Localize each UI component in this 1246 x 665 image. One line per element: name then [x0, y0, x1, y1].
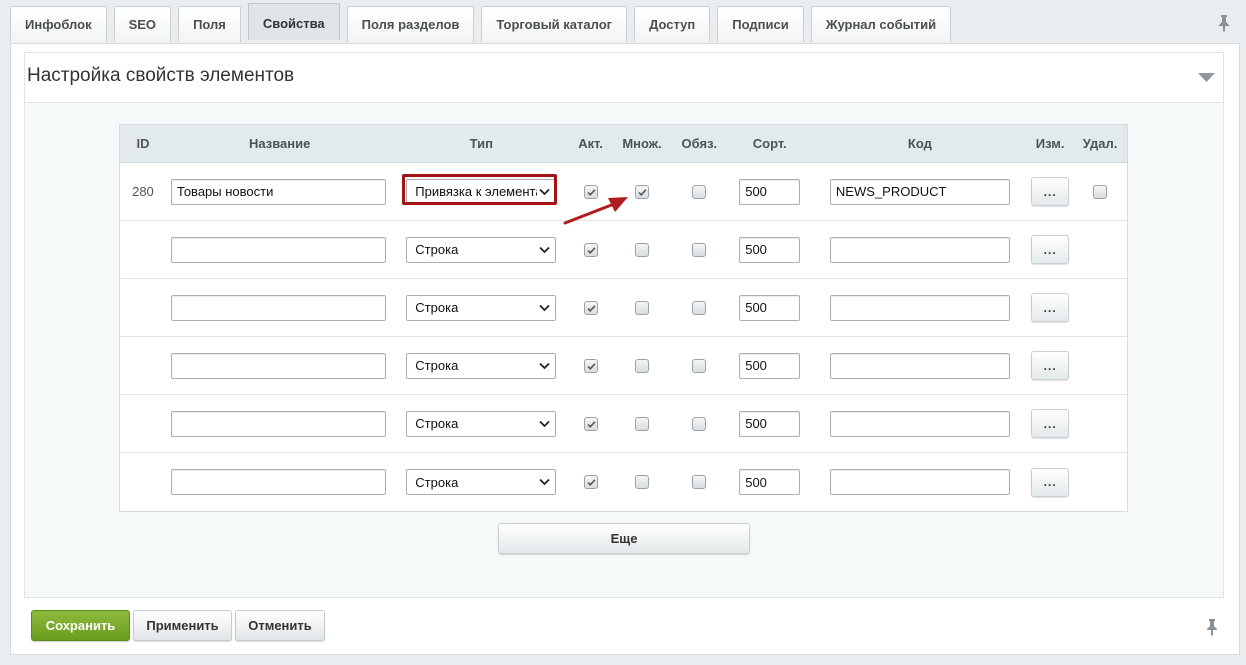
- property-type-value: Привязка к элементам: [415, 184, 537, 199]
- tab-2[interactable]: Поля: [178, 6, 241, 42]
- tab-6[interactable]: Доступ: [634, 6, 711, 42]
- properties-section: Настройка свойств элементов ID Название …: [24, 52, 1224, 598]
- property-type-value: Строка: [415, 242, 459, 257]
- header-active: Акт.: [578, 136, 603, 151]
- active-checkbox[interactable]: [583, 416, 598, 431]
- header-edit: Изм.: [1035, 136, 1065, 151]
- header-id: ID: [136, 136, 150, 151]
- active-checkbox[interactable]: [583, 300, 598, 315]
- required-checkbox[interactable]: [692, 184, 707, 199]
- pin-icon[interactable]: [1217, 14, 1231, 32]
- required-checkbox[interactable]: [692, 300, 707, 315]
- property-type-select[interactable]: Строка: [406, 410, 557, 437]
- save-button[interactable]: Сохранить: [31, 610, 130, 641]
- code-input[interactable]: [829, 294, 1010, 321]
- active-checkbox[interactable]: [583, 475, 598, 489]
- edit-property-button[interactable]: ...: [1031, 351, 1070, 380]
- required-checkbox[interactable]: [692, 416, 707, 431]
- header-multiple: Множ.: [622, 136, 662, 151]
- sort-input[interactable]: [739, 236, 801, 263]
- edit-property-button[interactable]: ...: [1031, 409, 1070, 438]
- code-input[interactable]: [829, 410, 1010, 437]
- section-title: Настройка свойств элементов: [27, 65, 295, 86]
- property-name-input[interactable]: [170, 469, 386, 495]
- main-panel: Настройка свойств элементов ID Название …: [10, 43, 1240, 655]
- multiple-checkbox[interactable]: [634, 358, 649, 373]
- multiple-checkbox[interactable]: [634, 300, 649, 315]
- header-name: Название: [248, 136, 311, 151]
- table-row: 280 Привязка к элементам...: [120, 163, 1127, 221]
- sort-input[interactable]: [739, 178, 801, 205]
- header-delete: Удал.: [1082, 136, 1118, 151]
- property-type-select[interactable]: Строка: [406, 469, 557, 495]
- sort-input[interactable]: [739, 410, 801, 437]
- header-code: Код: [907, 136, 932, 151]
- cancel-button[interactable]: Отменить: [235, 610, 325, 641]
- required-checkbox[interactable]: [692, 242, 707, 257]
- code-input[interactable]: [829, 469, 1010, 495]
- edit-property-button[interactable]: ...: [1031, 235, 1070, 264]
- header-sort: Сорт.: [752, 136, 787, 151]
- active-checkbox[interactable]: [583, 242, 598, 257]
- pin-icon[interactable]: [1205, 618, 1219, 636]
- property-name-input[interactable]: [170, 236, 386, 263]
- table-row: Строка...: [120, 337, 1127, 395]
- multiple-checkbox[interactable]: [634, 184, 649, 199]
- apply-button[interactable]: Применить: [133, 610, 232, 641]
- tab-5[interactable]: Торговый каталог: [481, 6, 628, 42]
- code-input[interactable]: [829, 352, 1010, 379]
- multiple-checkbox[interactable]: [634, 416, 649, 431]
- property-name-input[interactable]: [170, 178, 386, 205]
- required-checkbox[interactable]: [692, 475, 707, 489]
- tab-4[interactable]: Поля разделов: [346, 6, 475, 42]
- property-type-select[interactable]: Строка: [406, 352, 557, 379]
- property-type-select[interactable]: Строка: [406, 236, 557, 263]
- property-type-value: Строка: [415, 300, 459, 315]
- header-required: Обяз.: [681, 136, 718, 151]
- property-type-select[interactable]: Привязка к элементам: [406, 178, 557, 205]
- code-input[interactable]: [829, 178, 1010, 205]
- tab-3[interactable]: Свойства: [247, 3, 340, 40]
- table-header: ID Название Тип Акт. Множ. Обяз. Сорт. К…: [120, 125, 1127, 163]
- multiple-checkbox[interactable]: [634, 475, 649, 489]
- active-checkbox[interactable]: [583, 358, 598, 373]
- table-row: Строка...: [120, 453, 1127, 511]
- section-header: Настройка свойств элементов: [25, 53, 1223, 103]
- chevron-down-icon[interactable]: [1198, 71, 1215, 82]
- delete-checkbox[interactable]: [1093, 184, 1108, 199]
- row-id: 280: [132, 184, 154, 199]
- property-type-value: Строка: [415, 416, 459, 431]
- sort-input[interactable]: [739, 352, 801, 379]
- property-type-value: Строка: [415, 358, 459, 373]
- table-row: Строка...: [120, 395, 1127, 453]
- tab-1[interactable]: SEO: [113, 6, 172, 42]
- edit-property-button[interactable]: ...: [1031, 177, 1070, 206]
- code-input[interactable]: [829, 236, 1010, 263]
- required-checkbox[interactable]: [692, 358, 707, 373]
- sort-input[interactable]: [739, 469, 801, 495]
- table-row: Строка...: [120, 279, 1127, 337]
- tab-bar: Инфоблок SEO Поля Свойства Поля разделов Торг…: [10, 3, 958, 43]
- tab-7[interactable]: Подписи: [717, 6, 804, 42]
- table-body: 280Привязка к элементам...Строка...Строк…: [120, 163, 1127, 511]
- property-name-input[interactable]: [170, 352, 386, 379]
- property-type-value: Строка: [415, 474, 459, 490]
- edit-property-button[interactable]: ...: [1031, 293, 1070, 322]
- property-name-input[interactable]: [170, 294, 386, 321]
- tab-0[interactable]: Инфоблок: [10, 6, 107, 42]
- header-type: Тип: [469, 136, 493, 151]
- property-name-input[interactable]: [170, 410, 386, 437]
- table-row: Строка...: [120, 221, 1127, 279]
- active-checkbox[interactable]: [583, 184, 598, 199]
- property-type-select[interactable]: Строка: [406, 294, 557, 321]
- more-button[interactable]: Еще: [498, 523, 750, 554]
- tab-8[interactable]: Журнал событий: [810, 6, 952, 42]
- multiple-checkbox[interactable]: [634, 242, 649, 257]
- properties-table: ID Название Тип Акт. Множ. Обяз. Сорт. К…: [119, 124, 1128, 512]
- edit-property-button[interactable]: ...: [1031, 467, 1070, 497]
- sort-input[interactable]: [739, 294, 801, 321]
